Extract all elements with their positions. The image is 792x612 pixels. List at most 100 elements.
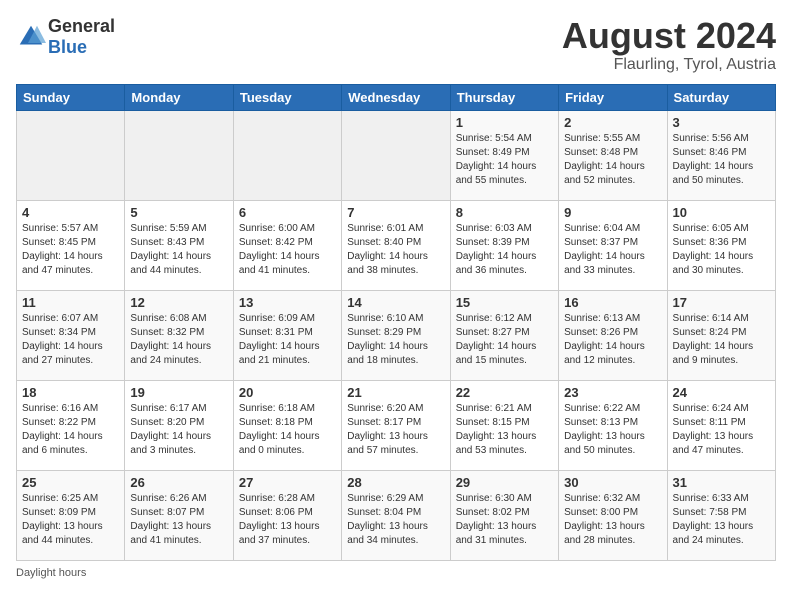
calendar-cell	[125, 110, 233, 200]
calendar-cell: 14Sunrise: 6:10 AM Sunset: 8:29 PM Dayli…	[342, 290, 450, 380]
day-info: Sunrise: 6:14 AM Sunset: 8:24 PM Dayligh…	[673, 312, 770, 368]
day-info: Sunrise: 6:21 AM Sunset: 8:15 PM Dayligh…	[456, 402, 553, 458]
footer-note: Daylight hours	[16, 567, 776, 579]
day-number: 11	[22, 295, 119, 310]
logo-general-text: General	[48, 16, 115, 36]
day-number: 3	[673, 115, 770, 130]
day-info: Sunrise: 6:08 AM Sunset: 8:32 PM Dayligh…	[130, 312, 227, 368]
calendar-week-4: 18 Sunrise: 6:16 AM Sunset: 8:22 PM Dayli…	[17, 380, 776, 470]
calendar-cell: 3 Sunrise: 5:56 AM Sunset: 8:46 PM Daylig…	[667, 110, 775, 200]
logo-blue-text: Blue	[48, 37, 87, 57]
day-info: Sunrise: 6:28 AM Sunset: 8:06 PM Dayligh…	[239, 492, 336, 548]
calendar-cell: 27 Sunrise: 6:28 AM Sunset: 8:06 PM Dayli…	[233, 470, 341, 560]
calendar-cell: 22 Sunrise: 6:21 AM Sunset: 8:15 PM Dayli…	[450, 380, 558, 470]
calendar-cell: 26 Sunrise: 6:26 AM Sunset: 8:07 PM Dayli…	[125, 470, 233, 560]
calendar-week-2: 4 Sunrise: 5:57 AM Sunset: 8:45 PM Daylig…	[17, 200, 776, 290]
calendar-week-5: 25 Sunrise: 6:25 AM Sunset: 8:09 PM Dayli…	[17, 470, 776, 560]
day-header-thursday: Thursday	[450, 84, 558, 110]
calendar-cell	[17, 110, 125, 200]
calendar-week-1: 1 Sunrise: 5:54 AM Sunset: 8:49 PM Daylig…	[17, 110, 776, 200]
day-info: Sunrise: 6:16 AM Sunset: 8:22 PM Dayligh…	[22, 402, 119, 458]
day-header-sunday: Sunday	[17, 84, 125, 110]
calendar-cell	[342, 110, 450, 200]
day-number: 15	[456, 295, 553, 310]
day-number: 29	[456, 475, 553, 490]
day-number: 13	[239, 295, 336, 310]
day-number: 4	[22, 205, 119, 220]
calendar-cell: 31Sunrise: 6:33 AM Sunset: 7:58 PM Dayli…	[667, 470, 775, 560]
day-number: 25	[22, 475, 119, 490]
day-number: 20	[239, 385, 336, 400]
calendar-cell: 12 Sunrise: 6:08 AM Sunset: 8:32 PM Dayli…	[125, 290, 233, 380]
calendar-cell: 4 Sunrise: 5:57 AM Sunset: 8:45 PM Daylig…	[17, 200, 125, 290]
day-info: Sunrise: 6:01 AM Sunset: 8:40 PM Dayligh…	[347, 222, 444, 278]
calendar-header-row: SundayMondayTuesdayWednesdayThursdayFrid…	[17, 84, 776, 110]
calendar-cell: 5Sunrise: 5:59 AM Sunset: 8:43 PM Daylig…	[125, 200, 233, 290]
day-info: Sunrise: 6:00 AM Sunset: 8:42 PM Dayligh…	[239, 222, 336, 278]
day-number: 14	[347, 295, 444, 310]
calendar-cell: 25 Sunrise: 6:25 AM Sunset: 8:09 PM Dayli…	[17, 470, 125, 560]
day-number: 30	[564, 475, 661, 490]
day-info: Sunrise: 6:20 AM Sunset: 8:17 PM Dayligh…	[347, 402, 444, 458]
day-number: 21	[347, 385, 444, 400]
day-info: Sunrise: 6:13 AM Sunset: 8:26 PM Dayligh…	[564, 312, 661, 368]
day-number: 19	[130, 385, 227, 400]
day-number: 23	[564, 385, 661, 400]
day-number: 31	[673, 475, 770, 490]
logo: General Blue	[16, 16, 115, 58]
calendar-cell	[233, 110, 341, 200]
calendar-cell: 21 Sunrise: 6:20 AM Sunset: 8:17 PM Dayli…	[342, 380, 450, 470]
day-number: 26	[130, 475, 227, 490]
calendar-cell: 28Sunrise: 6:29 AM Sunset: 8:04 PM Dayli…	[342, 470, 450, 560]
day-number: 18	[22, 385, 119, 400]
calendar-cell: 20Sunrise: 6:18 AM Sunset: 8:18 PM Dayli…	[233, 380, 341, 470]
day-number: 24	[673, 385, 770, 400]
day-number: 12	[130, 295, 227, 310]
calendar-table: SundayMondayTuesdayWednesdayThursdayFrid…	[16, 84, 776, 561]
day-header-monday: Monday	[125, 84, 233, 110]
day-info: Sunrise: 6:03 AM Sunset: 8:39 PM Dayligh…	[456, 222, 553, 278]
calendar-subtitle: Flaurling, Tyrol, Austria	[562, 56, 776, 74]
day-info: Sunrise: 6:29 AM Sunset: 8:04 PM Dayligh…	[347, 492, 444, 548]
day-info: Sunrise: 6:25 AM Sunset: 8:09 PM Dayligh…	[22, 492, 119, 548]
calendar-cell: 2 Sunrise: 5:55 AM Sunset: 8:48 PM Daylig…	[559, 110, 667, 200]
day-info: Sunrise: 5:59 AM Sunset: 8:43 PM Dayligh…	[130, 222, 227, 278]
page-header: General Blue August 2024 Flaurling, Tyro…	[16, 16, 776, 74]
day-info: Sunrise: 6:26 AM Sunset: 8:07 PM Dayligh…	[130, 492, 227, 548]
calendar-cell: 17 Sunrise: 6:14 AM Sunset: 8:24 PM Dayli…	[667, 290, 775, 380]
day-number: 7	[347, 205, 444, 220]
day-header-wednesday: Wednesday	[342, 84, 450, 110]
day-info: Sunrise: 5:56 AM Sunset: 8:46 PM Dayligh…	[673, 132, 770, 188]
day-number: 9	[564, 205, 661, 220]
day-header-tuesday: Tuesday	[233, 84, 341, 110]
calendar-cell: 19 Sunrise: 6:17 AM Sunset: 8:20 PM Dayli…	[125, 380, 233, 470]
calendar-cell: 15 Sunrise: 6:12 AM Sunset: 8:27 PM Dayli…	[450, 290, 558, 380]
day-info: Sunrise: 6:05 AM Sunset: 8:36 PM Dayligh…	[673, 222, 770, 278]
calendar-cell: 13Sunrise: 6:09 AM Sunset: 8:31 PM Dayli…	[233, 290, 341, 380]
day-info: Sunrise: 6:07 AM Sunset: 8:34 PM Dayligh…	[22, 312, 119, 368]
day-number: 1	[456, 115, 553, 130]
day-number: 22	[456, 385, 553, 400]
logo-icon	[16, 22, 46, 52]
day-info: Sunrise: 5:57 AM Sunset: 8:45 PM Dayligh…	[22, 222, 119, 278]
calendar-title: August 2024	[562, 16, 776, 56]
calendar-cell: 23Sunrise: 6:22 AM Sunset: 8:13 PM Dayli…	[559, 380, 667, 470]
calendar-cell: 11 Sunrise: 6:07 AM Sunset: 8:34 PM Dayli…	[17, 290, 125, 380]
day-info: Sunrise: 6:32 AM Sunset: 8:00 PM Dayligh…	[564, 492, 661, 548]
day-info: Sunrise: 5:54 AM Sunset: 8:49 PM Dayligh…	[456, 132, 553, 188]
calendar-cell: 10Sunrise: 6:05 AM Sunset: 8:36 PM Dayli…	[667, 200, 775, 290]
day-info: Sunrise: 6:17 AM Sunset: 8:20 PM Dayligh…	[130, 402, 227, 458]
day-number: 27	[239, 475, 336, 490]
day-number: 17	[673, 295, 770, 310]
calendar-cell: 9Sunrise: 6:04 AM Sunset: 8:37 PM Daylig…	[559, 200, 667, 290]
day-info: Sunrise: 6:12 AM Sunset: 8:27 PM Dayligh…	[456, 312, 553, 368]
calendar-cell: 29Sunrise: 6:30 AM Sunset: 8:02 PM Dayli…	[450, 470, 558, 560]
calendar-cell: 30 Sunrise: 6:32 AM Sunset: 8:00 PM Dayli…	[559, 470, 667, 560]
calendar-cell: 24Sunrise: 6:24 AM Sunset: 8:11 PM Dayli…	[667, 380, 775, 470]
calendar-cell: 7 Sunrise: 6:01 AM Sunset: 8:40 PM Daylig…	[342, 200, 450, 290]
day-number: 6	[239, 205, 336, 220]
day-number: 16	[564, 295, 661, 310]
day-info: Sunrise: 5:55 AM Sunset: 8:48 PM Dayligh…	[564, 132, 661, 188]
day-number: 2	[564, 115, 661, 130]
calendar-cell: 1 Sunrise: 5:54 AM Sunset: 8:49 PM Daylig…	[450, 110, 558, 200]
